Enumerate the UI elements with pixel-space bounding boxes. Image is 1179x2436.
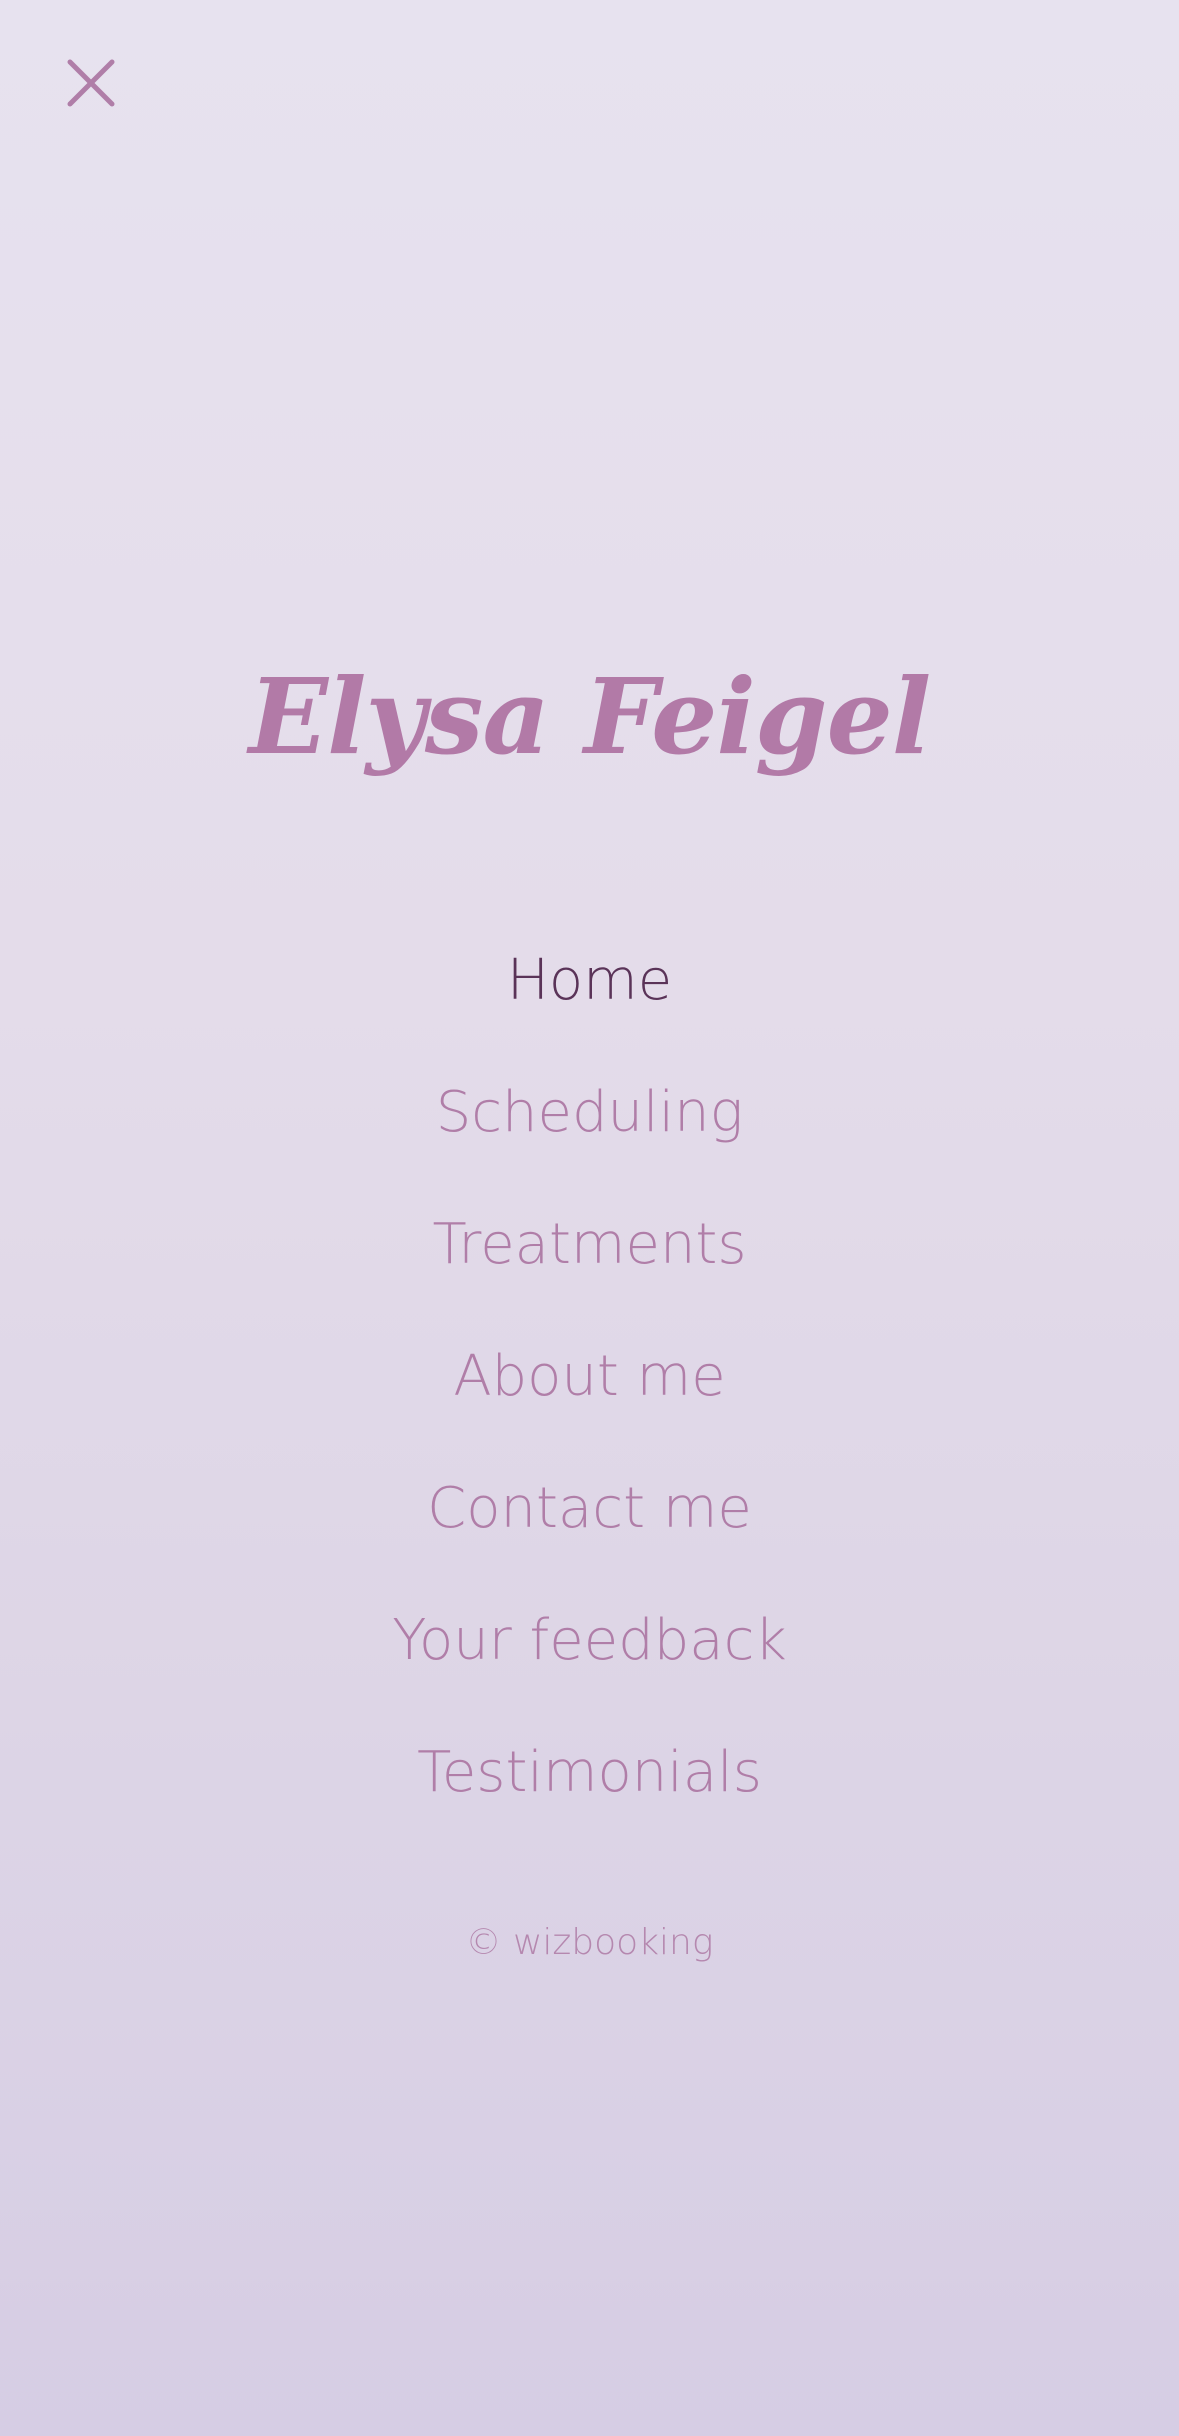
menu-item-treatments[interactable]: Treatments <box>0 1179 1179 1311</box>
menu-item-home[interactable]: Home <box>0 915 1179 1047</box>
nav-menu: Home Scheduling Treatments About me Cont… <box>0 915 1179 1839</box>
menu-item-your-feedback[interactable]: Your feedback <box>0 1575 1179 1707</box>
close-icon <box>67 59 115 107</box>
close-button[interactable] <box>60 52 122 114</box>
menu-item-testimonials[interactable]: Testimonials <box>0 1707 1179 1839</box>
copyright-text: © wizbooking <box>465 1922 714 1963</box>
brand-logo-text: Elysa Feigel <box>248 655 932 778</box>
menu-item-scheduling[interactable]: Scheduling <box>0 1047 1179 1179</box>
menu-item-contact-me[interactable]: Contact me <box>0 1443 1179 1575</box>
menu-item-about-me[interactable]: About me <box>0 1311 1179 1443</box>
